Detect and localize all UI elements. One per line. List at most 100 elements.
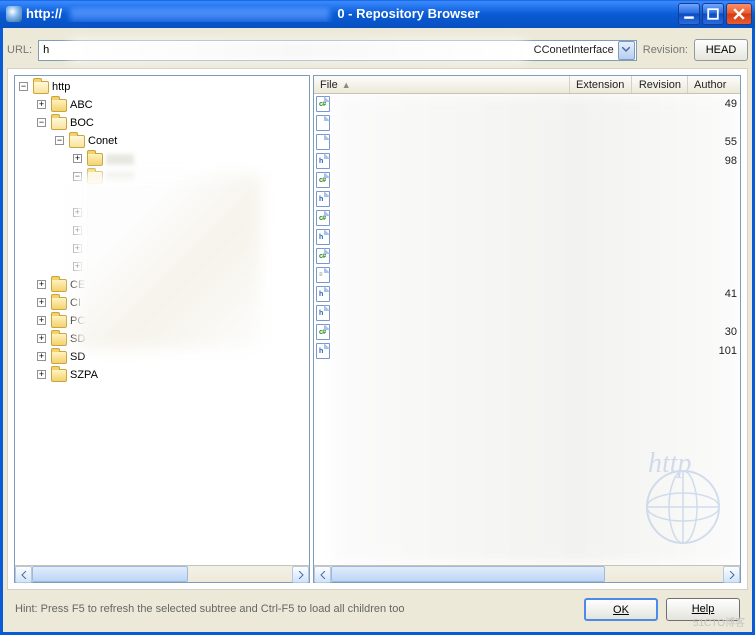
folder-icon	[51, 369, 67, 382]
file-type-icon: h	[316, 286, 330, 302]
list-item[interactable]: c#	[314, 170, 740, 189]
list-item[interactable]: h101	[314, 341, 740, 360]
scroll-track[interactable]	[32, 566, 292, 582]
scroll-left-button[interactable]	[15, 566, 32, 583]
tree-label: SZPA	[70, 369, 98, 381]
expand-icon[interactable]: +	[37, 352, 46, 361]
revision-value: 41	[725, 288, 737, 300]
tree-row-root[interactable]: − http	[15, 78, 309, 96]
file-type-icon: h	[316, 229, 330, 245]
url-visible-end: CConetInterface	[534, 44, 614, 56]
expand-icon[interactable]: +	[37, 280, 46, 289]
title-url-prefix: http://	[26, 6, 62, 21]
folder-icon	[51, 99, 67, 112]
list-hscrollbar[interactable]	[314, 565, 740, 582]
url-dropdown-button[interactable]	[618, 41, 635, 60]
chevron-down-icon	[622, 47, 630, 53]
file-type-icon: c#	[316, 96, 330, 112]
file-type-icon: h	[316, 343, 330, 359]
tree-label: Conet	[88, 135, 117, 147]
folder-icon	[51, 351, 67, 364]
panes: − http +ABC−BOC−Conet+−netInterface+++++…	[7, 68, 748, 590]
collapse-icon[interactable]: −	[19, 82, 28, 91]
title-suffix: 0 - Repository Browser	[337, 6, 479, 21]
expand-icon[interactable]: +	[37, 298, 46, 307]
expand-icon[interactable]: +	[37, 370, 46, 379]
folder-icon	[87, 153, 103, 166]
tree-row[interactable]: − Conet	[15, 132, 309, 150]
list-item[interactable]: c# 30	[314, 322, 740, 341]
file-type-icon: c#	[316, 324, 330, 340]
expand-icon[interactable]: +	[37, 100, 46, 109]
scroll-right-button[interactable]	[292, 566, 309, 583]
footer: Hint: Press F5 to refresh the selected s…	[7, 590, 748, 628]
tree-row[interactable]: + SD	[15, 348, 309, 366]
file-type-icon: ≡	[316, 267, 330, 283]
minimize-button[interactable]	[678, 3, 700, 25]
list-item[interactable]: h	[314, 303, 740, 322]
col-extension[interactable]: Extension	[570, 76, 632, 93]
file-list-pane: File ▲ Extension Revision Author c#49 55 h…	[313, 75, 741, 583]
tree-row[interactable]: +	[15, 150, 309, 168]
url-visible-start: h	[39, 44, 49, 56]
list-item[interactable]: h	[314, 189, 740, 208]
url-blurred-region	[69, 41, 526, 60]
list-item[interactable]: h 41	[314, 284, 740, 303]
folder-icon	[51, 333, 67, 346]
tree-label: SD	[70, 351, 85, 363]
list-item[interactable]: c#49	[314, 94, 740, 113]
url-label: URL:	[7, 44, 32, 56]
url-combo[interactable]: h CConetInterface	[38, 40, 637, 61]
list-item[interactable]: h	[314, 227, 740, 246]
file-type-icon: c#	[316, 210, 330, 226]
revision-value: 30	[725, 326, 737, 338]
file-type-icon: h	[316, 305, 330, 321]
file-list-body[interactable]: c#4955h98c#hc#hc#≡h41hc#30h101 http	[314, 94, 740, 565]
maximize-button[interactable]	[702, 3, 724, 25]
expand-icon[interactable]: +	[37, 334, 46, 343]
collapse-icon[interactable]: −	[55, 136, 64, 145]
scroll-left-button[interactable]	[314, 566, 331, 583]
scroll-thumb[interactable]	[331, 566, 605, 582]
file-type-icon: c#	[316, 248, 330, 264]
tree-root-label: http	[52, 81, 70, 93]
tree-pane: − http +ABC−BOC−Conet+−netInterface+++++…	[14, 75, 310, 583]
ok-button[interactable]: OK	[584, 598, 658, 621]
window-frame: URL: h CConetInterface Revision: HEAD − …	[0, 28, 755, 635]
title-blurred-region	[70, 8, 330, 22]
app-icon	[6, 6, 22, 22]
tree-row[interactable]: + SZPA	[15, 366, 309, 384]
close-button[interactable]	[726, 3, 752, 25]
title-bar: http:// 0 - Repository Browser	[0, 0, 755, 28]
folder-icon	[51, 315, 67, 328]
col-file[interactable]: File ▲	[314, 76, 570, 93]
list-item[interactable]: 55	[314, 132, 740, 151]
list-item[interactable]: ≡	[314, 265, 740, 284]
collapse-icon[interactable]: −	[37, 118, 46, 127]
list-item[interactable]	[314, 113, 740, 132]
scroll-right-button[interactable]	[723, 566, 740, 583]
revision-value: 55	[725, 136, 737, 148]
tree-label	[106, 154, 134, 165]
file-type-icon: h	[316, 153, 330, 169]
expand-icon[interactable]: +	[73, 154, 82, 163]
list-item[interactable]: c#	[314, 246, 740, 265]
hint-text: Hint: Press F5 to refresh the selected s…	[15, 602, 576, 616]
list-item[interactable]: h98	[314, 151, 740, 170]
scroll-thumb[interactable]	[32, 566, 188, 582]
folder-icon	[51, 117, 67, 130]
tree-hscrollbar[interactable]	[15, 565, 309, 582]
tree-row[interactable]: −BOC	[15, 114, 309, 132]
col-author[interactable]: Author	[688, 76, 740, 93]
col-revision[interactable]: Revision	[632, 76, 688, 93]
scroll-track[interactable]	[331, 566, 723, 582]
head-button[interactable]: HEAD	[694, 39, 748, 61]
expand-icon[interactable]: +	[37, 316, 46, 325]
folder-icon	[51, 279, 67, 292]
list-item[interactable]: c#	[314, 208, 740, 227]
file-type-icon: h	[316, 191, 330, 207]
folder-icon	[51, 297, 67, 310]
revision-label: Revision:	[643, 44, 688, 56]
folder-open-icon	[33, 81, 49, 94]
tree-row[interactable]: +ABC	[15, 96, 309, 114]
